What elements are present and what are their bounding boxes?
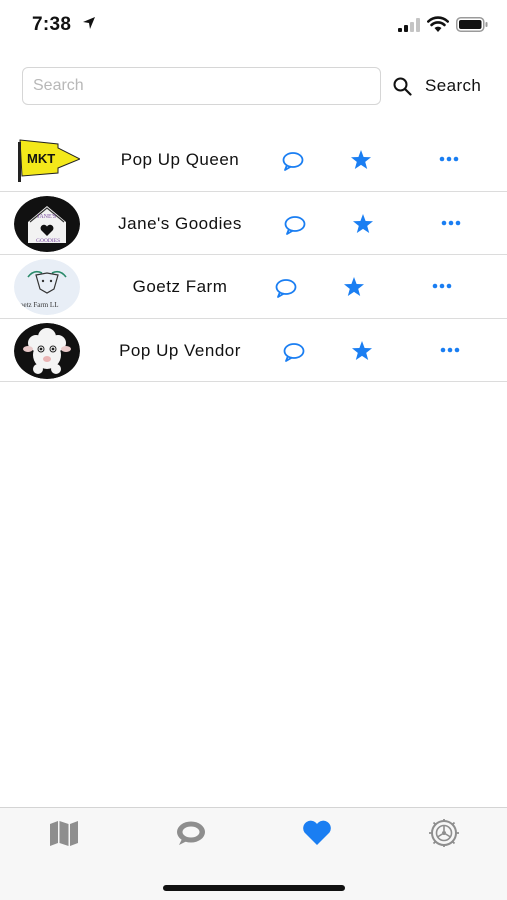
ellipsis-icon[interactable] (439, 156, 459, 162)
ellipsis-icon[interactable] (440, 347, 460, 353)
home-indicator[interactable] (163, 885, 345, 891)
vendor-name: Goetz Farm (132, 277, 228, 296)
wifi-icon (427, 16, 449, 32)
mkt-flag-logo: MKT (14, 132, 80, 188)
star-icon[interactable] (343, 276, 365, 298)
vendor-row[interactable]: MKT Pop Up Queen (0, 128, 507, 192)
cellular-signal-icon (398, 18, 420, 32)
chat-bubble-icon[interactable] (275, 278, 297, 298)
battery-icon (456, 17, 488, 32)
vendor-name: Pop Up Vendor (119, 340, 241, 360)
chat-bubble-icon[interactable] (282, 151, 304, 171)
vendor-row[interactable]: JANE'S GOODIES Jane's Goodies (0, 192, 507, 255)
heart-icon[interactable] (301, 819, 333, 847)
status-time: 7:38 (32, 14, 72, 35)
screen: 7:38 Search Search MKT Pop Up Queen JANE… (0, 0, 507, 900)
search-button[interactable]: Search (393, 67, 481, 105)
sheep-logo (14, 322, 80, 379)
vendor-name: Jane's Goodies (118, 213, 242, 233)
goat-logo: oetz Farm LL (14, 259, 80, 315)
vendor-row[interactable]: Pop Up Vendor (0, 319, 507, 382)
vendor-row[interactable]: oetz Farm LL Goetz Farm (0, 255, 507, 319)
logo-text: oetz Farm LL (20, 301, 59, 309)
search-button-label: Search (425, 76, 482, 95)
logo-text: JANE'S (37, 214, 56, 220)
star-icon[interactable] (352, 213, 374, 235)
star-icon[interactable] (351, 340, 373, 362)
settings-wheel-icon[interactable] (428, 819, 460, 847)
search-row: Search (22, 67, 492, 105)
location-arrow-icon (83, 17, 95, 29)
chat-bubble-icon[interactable] (175, 819, 207, 847)
map-icon[interactable] (48, 819, 80, 847)
chat-bubble-icon[interactable] (283, 342, 305, 362)
logo-text: GOODIES (36, 238, 60, 244)
ellipsis-icon[interactable] (441, 220, 461, 226)
vendor-list: MKT Pop Up Queen JANE'S GOODIES Jane's G… (0, 128, 507, 382)
magnifier-icon (393, 77, 412, 96)
logo-text: MKT (27, 151, 55, 166)
search-input[interactable] (22, 67, 381, 105)
ellipsis-icon[interactable] (432, 283, 452, 289)
chat-bubble-icon[interactable] (284, 215, 306, 235)
star-icon[interactable] (350, 149, 372, 171)
vendor-name: Pop Up Queen (120, 150, 240, 169)
house-heart-logo: JANE'S GOODIES (14, 195, 80, 252)
status-bar: 7:38 (0, 0, 507, 50)
